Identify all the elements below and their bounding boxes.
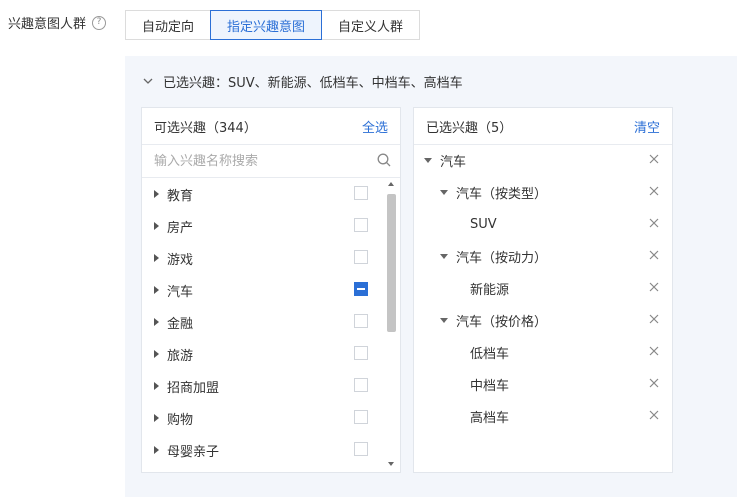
caret-down-icon[interactable] [440, 317, 448, 323]
list-item-label: 母婴亲子 [167, 444, 220, 460]
tree-node-label: 汽车（按动力） [456, 250, 548, 266]
list-item[interactable]: 母婴亲子 [142, 434, 382, 466]
checkbox[interactable] [354, 186, 368, 200]
tab-custom-audience[interactable]: 自定义人群 [321, 10, 421, 40]
checkbox-partial[interactable] [354, 282, 368, 296]
list-item-label: 房产 [167, 220, 194, 236]
tree-node[interactable]: 中档车 [414, 368, 672, 400]
close-icon[interactable] [648, 281, 660, 293]
tree-node-label: SUV [470, 216, 497, 232]
checkbox[interactable] [354, 346, 368, 360]
interest-panel: 已选兴趣： SUV、新能源、低档车、中档车、高档车 可选兴趣（344） 全选 教… [125, 56, 737, 497]
tab-specified-interest[interactable]: 指定兴趣意图 [210, 10, 323, 40]
caret-down-icon[interactable] [440, 253, 448, 259]
caret-right-icon[interactable] [154, 350, 159, 358]
close-icon[interactable] [648, 313, 660, 325]
field-label-text: 兴趣意图人群 [8, 17, 87, 32]
scroll-up-icon[interactable] [388, 182, 394, 186]
close-icon[interactable] [648, 345, 660, 357]
available-header: 可选兴趣（344） 全选 [142, 108, 400, 145]
selected-summary[interactable]: 已选兴趣： SUV、新能源、低档车、中档车、高档车 [143, 72, 463, 91]
list-item-label: 教育 [167, 188, 194, 204]
list-item-label: 金融 [167, 316, 194, 332]
close-icon[interactable] [648, 217, 660, 229]
list-item[interactable]: 招商加盟 [142, 370, 382, 402]
tree-node-label: 汽车 [440, 154, 467, 170]
chevron-down-icon[interactable] [143, 75, 153, 88]
tree-node-label: 高档车 [470, 410, 510, 426]
close-icon[interactable] [648, 185, 660, 197]
checkbox[interactable] [354, 250, 368, 264]
select-all-link[interactable]: 全选 [362, 117, 388, 136]
interest-search [142, 145, 400, 178]
tree-node-label: 中档车 [470, 378, 510, 394]
tree-node[interactable]: 汽车（按动力） [414, 240, 672, 272]
list-item-label: 汽车 [167, 284, 194, 300]
close-icon[interactable] [648, 153, 660, 165]
tree-node[interactable]: 汽车（按价格） [414, 304, 672, 336]
interest-list: 教育 房产 游戏 汽车 金融 旅游 招商加盟 购物 母婴亲子 [142, 178, 382, 466]
selected-tree: 汽车 汽车（按类型） SUV 汽车（按动力） 新能源 汽车（按价格） 低档车 中… [414, 144, 672, 432]
checkbox[interactable] [354, 442, 368, 456]
list-item-label: 招商加盟 [167, 380, 220, 396]
caret-right-icon[interactable] [154, 190, 159, 198]
close-icon[interactable] [648, 377, 660, 389]
scroll-down-icon[interactable] [388, 462, 394, 466]
caret-right-icon[interactable] [154, 254, 159, 262]
selected-interests-box: 已选兴趣（5） 清空 汽车 汽车（按类型） SUV 汽车（按动力） 新能源 汽车… [413, 107, 673, 473]
tree-node[interactable]: 汽车 [414, 144, 672, 176]
caret-right-icon[interactable] [154, 222, 159, 230]
caret-right-icon[interactable] [154, 446, 159, 454]
summary-items: SUV、新能源、低档车、中档车、高档车 [228, 76, 463, 91]
tree-node[interactable]: 新能源 [414, 272, 672, 304]
list-item[interactable]: 金融 [142, 306, 382, 338]
clear-link[interactable]: 清空 [634, 117, 660, 136]
summary-prefix: 已选兴趣： [163, 76, 229, 91]
search-icon[interactable] [377, 153, 391, 171]
checkbox[interactable] [354, 218, 368, 232]
list-item-label: 游戏 [167, 252, 194, 268]
available-title: 可选兴趣（344） [154, 120, 257, 136]
list-item[interactable]: 游戏 [142, 242, 382, 274]
close-icon[interactable] [648, 409, 660, 421]
search-input[interactable] [142, 147, 386, 175]
close-icon[interactable] [648, 249, 660, 261]
caret-down-icon[interactable] [440, 189, 448, 195]
selected-title: 已选兴趣（5） [426, 120, 513, 136]
checkbox[interactable] [354, 378, 368, 392]
tree-node[interactable]: SUV [414, 208, 672, 240]
list-item[interactable]: 旅游 [142, 338, 382, 370]
list-item-label: 旅游 [167, 348, 194, 364]
tree-node-label: 低档车 [470, 346, 510, 362]
list-item-label: 购物 [167, 412, 194, 428]
targeting-mode-tabs: 自动定向 指定兴趣意图 自定义人群 [125, 10, 421, 40]
caret-right-icon[interactable] [154, 286, 159, 294]
scrollbar-thumb[interactable] [387, 194, 396, 332]
tree-node[interactable]: 汽车（按类型） [414, 176, 672, 208]
help-icon[interactable]: ? [92, 15, 107, 30]
tree-node[interactable]: 高档车 [414, 400, 672, 432]
list-item[interactable]: 房产 [142, 210, 382, 242]
caret-right-icon[interactable] [154, 414, 159, 422]
list-item[interactable]: 购物 [142, 402, 382, 434]
checkbox[interactable] [354, 410, 368, 424]
tree-node-label: 新能源 [470, 282, 510, 298]
tree-node[interactable]: 低档车 [414, 336, 672, 368]
list-item[interactable]: 教育 [142, 178, 382, 210]
selected-header: 已选兴趣（5） 清空 [414, 108, 672, 145]
tab-auto-targeting[interactable]: 自动定向 [125, 10, 212, 40]
field-label: 兴趣意图人群 ? [8, 13, 107, 32]
caret-right-icon[interactable] [154, 382, 159, 390]
available-interests-box: 可选兴趣（344） 全选 教育 房产 游戏 汽车 金融 旅游 招商加盟 购物 母… [141, 107, 401, 473]
checkbox[interactable] [354, 314, 368, 328]
list-item[interactable]: 汽车 [142, 274, 382, 306]
caret-down-icon[interactable] [424, 157, 432, 163]
tree-node-label: 汽车（按价格） [456, 314, 548, 330]
tree-node-label: 汽车（按类型） [456, 186, 548, 202]
scrollbar[interactable] [386, 178, 397, 470]
caret-right-icon[interactable] [154, 318, 159, 326]
